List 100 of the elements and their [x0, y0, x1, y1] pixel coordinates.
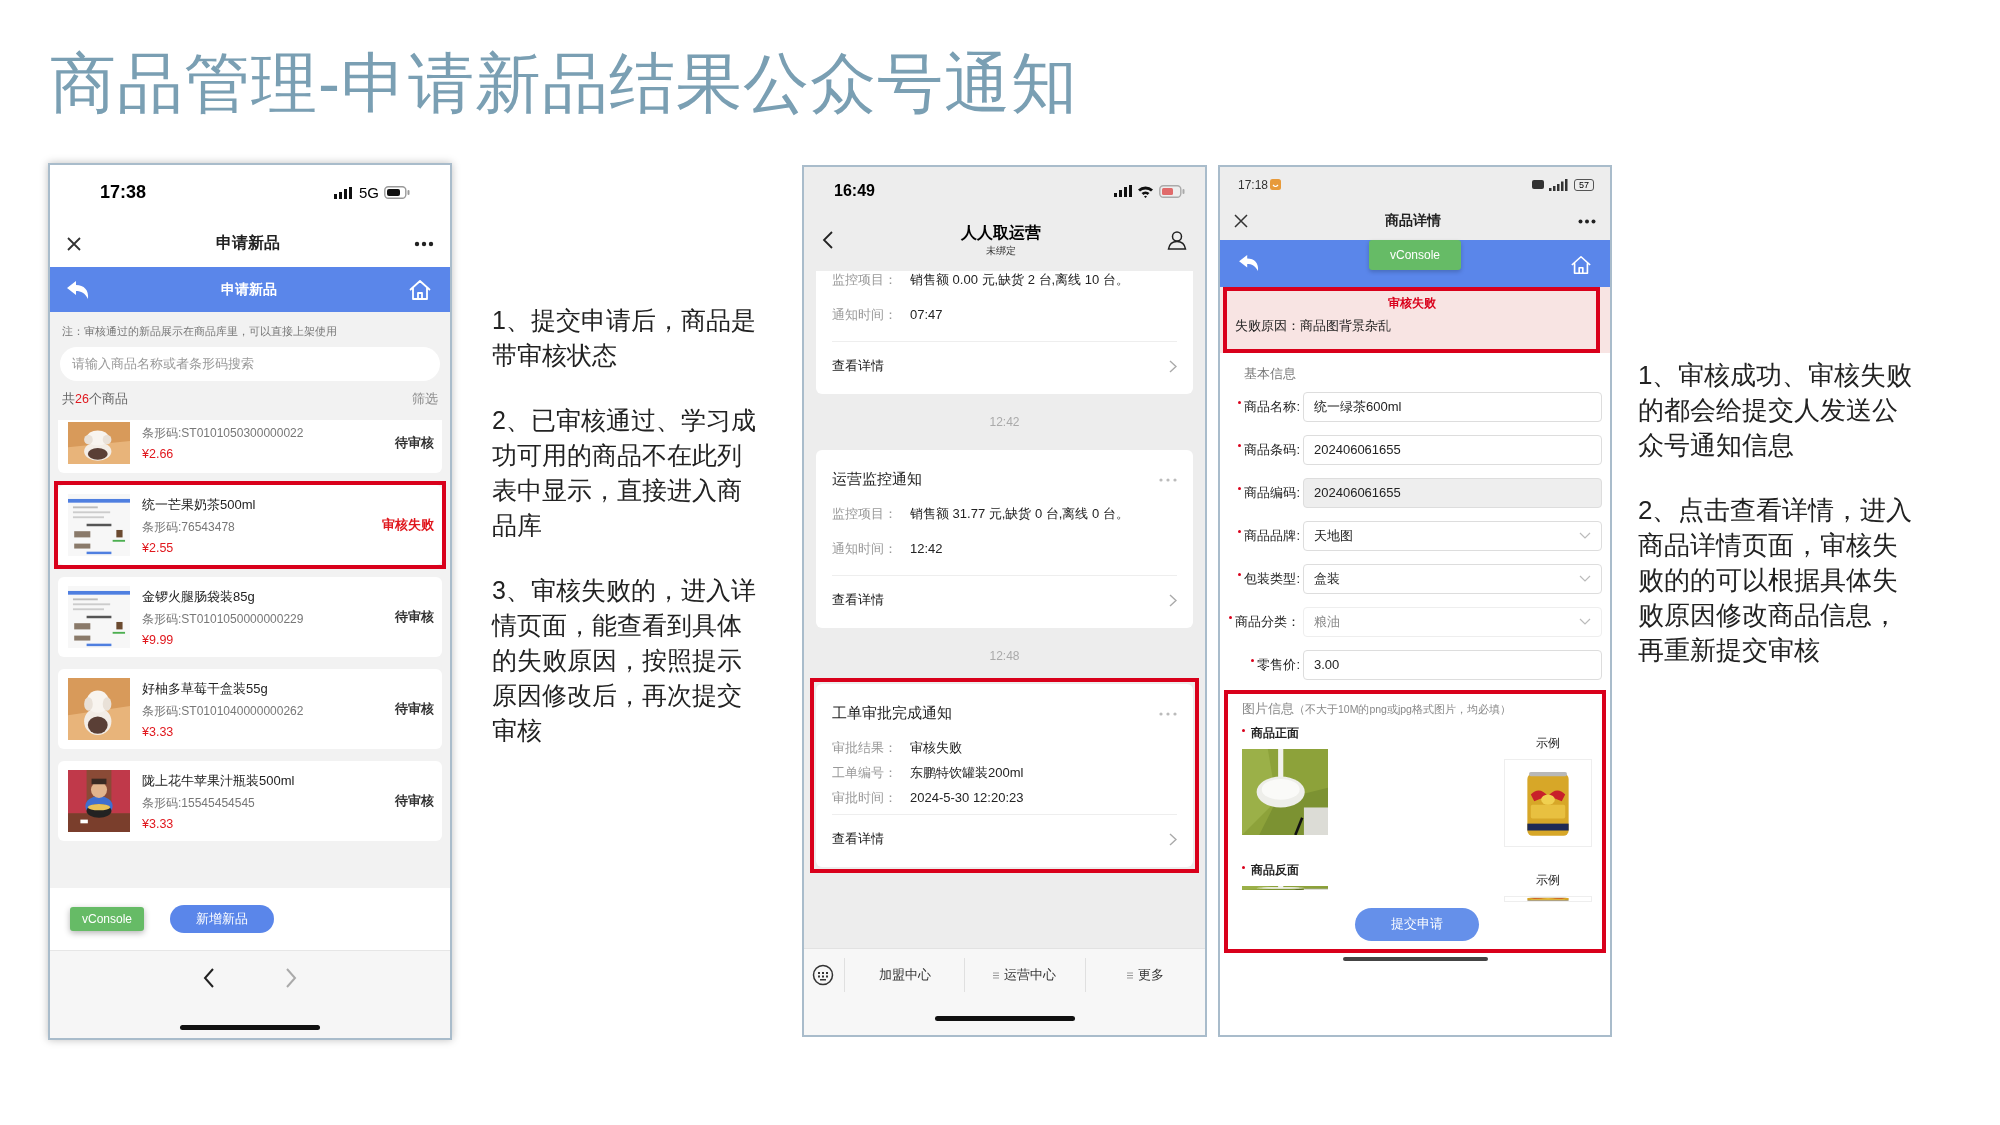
field-label: 通知时间： [832, 540, 898, 557]
example-label: 示例 [1536, 736, 1560, 751]
submenu-icon [1126, 971, 1133, 979]
view-details-link[interactable]: 查看详情 [832, 341, 1177, 390]
field-value: 2024-5-30 12:20:23 [910, 789, 1024, 806]
back-icon[interactable] [822, 230, 834, 250]
product-name: 陇上花牛苹果汁瓶装500ml [142, 771, 296, 790]
photo-section-title: 图片信息（不大于10M的png或jpg格式图片，均必填） [1242, 700, 1512, 718]
input-field[interactable]: 3.00 [1303, 649, 1602, 680]
battery-icon [1159, 184, 1185, 198]
more-icon[interactable] [1578, 218, 1596, 224]
review-status: 待审核 [395, 700, 434, 718]
slide-title: 商品管理-申请新品结果公众号通知 [49, 45, 1079, 113]
field-value: 东鹏特饮罐装200ml [910, 764, 1024, 781]
review-status: 审核失败 [382, 516, 434, 534]
product-name: 统一芒果奶茶500ml [142, 495, 257, 514]
battery-level: 57 [1574, 178, 1594, 191]
product-card[interactable]: 金锣火腿肠袋装85g 条形码:ST0101050000000229 ¥9.99 待审核 [58, 577, 442, 657]
home-icon[interactable] [1570, 254, 1592, 276]
failure-reason: 失败原因：商品图背景杂乱 [1235, 318, 1392, 335]
account-name: 人人取运营 [960, 222, 1041, 243]
price-text: ¥9.99 [142, 632, 175, 647]
field-label: 通知时间： [832, 306, 898, 323]
menu-item[interactable]: 加盟中心 [844, 958, 965, 992]
field-label: 零售价: [1257, 655, 1300, 674]
message-time: 12:42 [989, 414, 1020, 431]
barcode-text: 条形码:ST0101050300000022 [142, 425, 305, 442]
menu-item[interactable]: 更多 [1084, 958, 1205, 992]
chevron-right-icon [1169, 359, 1177, 373]
product-card[interactable]: 好柚多草莓干盒装55g 条形码:ST0101040000000262 ¥3.33 待审核 [58, 669, 442, 749]
select-field[interactable]: 天地图 [1303, 520, 1602, 551]
field-label: 包装类型: [1244, 569, 1300, 588]
field-value: 07:47 [910, 306, 943, 323]
select-field[interactable]: 盒装 [1303, 563, 1602, 594]
product-card[interactable]: 条形码:ST0101050300000022 ¥2.66 待审核 [58, 420, 442, 473]
note-paragraph: 1、提交申请后，商品是带审核状态 [492, 305, 757, 371]
status-time: 16:49 [834, 182, 875, 200]
product-card[interactable]: 陇上花牛苹果汁瓶装500ml 条形码:15545454545 ¥3.33 待审核 [58, 761, 442, 841]
person-icon[interactable] [1167, 230, 1187, 250]
message-time: 12:48 [989, 648, 1020, 665]
page-title: 申请新品 [216, 233, 280, 253]
input-field[interactable]: 202406061655 [1303, 477, 1602, 508]
note-paragraph: 3、审核失败的，进入详情页面，能查看到具体的失败原因，按照提示原因修改后，再次提交审核 [492, 575, 757, 746]
home-icon[interactable] [408, 278, 432, 301]
note-paragraph: 2、已审核通过、学习成功可用的商品不在此列表中显示，直接进入商品库 [492, 405, 757, 541]
chevron-right-icon [1169, 593, 1177, 607]
menu-item[interactable]: 运营中心 [964, 958, 1085, 992]
account-status: 未绑定 [985, 243, 1016, 258]
barcode-text: 条形码:15545454545 [142, 794, 256, 812]
view-details-link[interactable]: 查看详情 [832, 575, 1177, 624]
field-label: 商品名称: [1244, 397, 1300, 416]
barcode-text: 条形码:ST0101050000000229 [142, 610, 305, 628]
more-icon[interactable] [414, 240, 434, 247]
product-count: 共26个商品 [62, 391, 128, 408]
smiley-icon [1270, 179, 1282, 190]
view-details-link[interactable]: 查看详情 [832, 814, 1177, 863]
barcode-text: 条形码:ST0101040000000262 [142, 702, 305, 720]
price-text: ¥3.33 [142, 816, 175, 831]
close-icon[interactable] [66, 235, 82, 252]
barcode-text: 条形码:76543478 [142, 518, 236, 536]
price-text: ¥2.55 [142, 540, 175, 555]
network-label: 5G [359, 184, 379, 201]
search-field[interactable]: 请输入商品名称或者条形码搜索 [60, 347, 440, 381]
review-status: 待审核 [395, 434, 434, 452]
example-label: 示例 [1536, 873, 1560, 888]
dropdown-icon [1579, 575, 1591, 582]
hd-icon [1532, 180, 1544, 189]
photo-label: 商品反面 [1251, 863, 1299, 878]
dropdown-icon [1579, 618, 1591, 625]
field-label: 商品品牌: [1244, 526, 1300, 545]
input-field[interactable]: 统一绿茶600ml [1303, 391, 1602, 422]
signal-icon [1114, 185, 1132, 197]
header-title: 申请新品 [221, 280, 277, 299]
field-value: 销售额 0.00 元,缺货 2 台,离线 10 台。 [910, 271, 1129, 288]
price-text: ¥3.33 [142, 724, 175, 739]
submenu-icon [993, 971, 1000, 979]
battery-icon [384, 186, 410, 199]
keyboard-icon[interactable] [812, 964, 834, 986]
review-status: 待审核 [395, 792, 434, 810]
field-label: 审批结果： [832, 739, 898, 756]
notice-text: 注：审核通过的新品展示在商品库里，可以直接上架使用 [62, 324, 338, 339]
input-field[interactable]: 202406061655 [1303, 434, 1602, 465]
page-title: 商品详情 [1385, 212, 1441, 230]
note-paragraph: 1、审核成功、审核失败的都会给提交人发送公众号通知信息 [1638, 359, 1914, 462]
photo-label: 商品正面 [1251, 726, 1299, 741]
field-label: 监控项目： [832, 271, 898, 288]
message-title: 运营监控通知 [832, 470, 922, 489]
field-label: 商品编码: [1244, 483, 1300, 502]
review-status: 待审核 [395, 608, 434, 626]
field-label: 审批时间： [832, 789, 898, 806]
field-value: 销售额 31.77 元,缺货 0 台,离线 0 台。 [910, 505, 1129, 522]
wifi-icon [1137, 184, 1154, 198]
review-result: 审核失败 [1387, 295, 1436, 312]
field-label: 监控项目： [832, 505, 898, 522]
field-value: 12:42 [910, 540, 943, 557]
price-text: ¥2.66 [142, 447, 175, 461]
field-label: 商品条码: [1244, 440, 1300, 459]
status-time: 17:38 [100, 182, 147, 203]
product-card[interactable]: 统一芒果奶茶500ml 条形码:76543478 ¥2.55 审核失败 [58, 485, 442, 565]
close-icon[interactable] [1234, 214, 1248, 228]
